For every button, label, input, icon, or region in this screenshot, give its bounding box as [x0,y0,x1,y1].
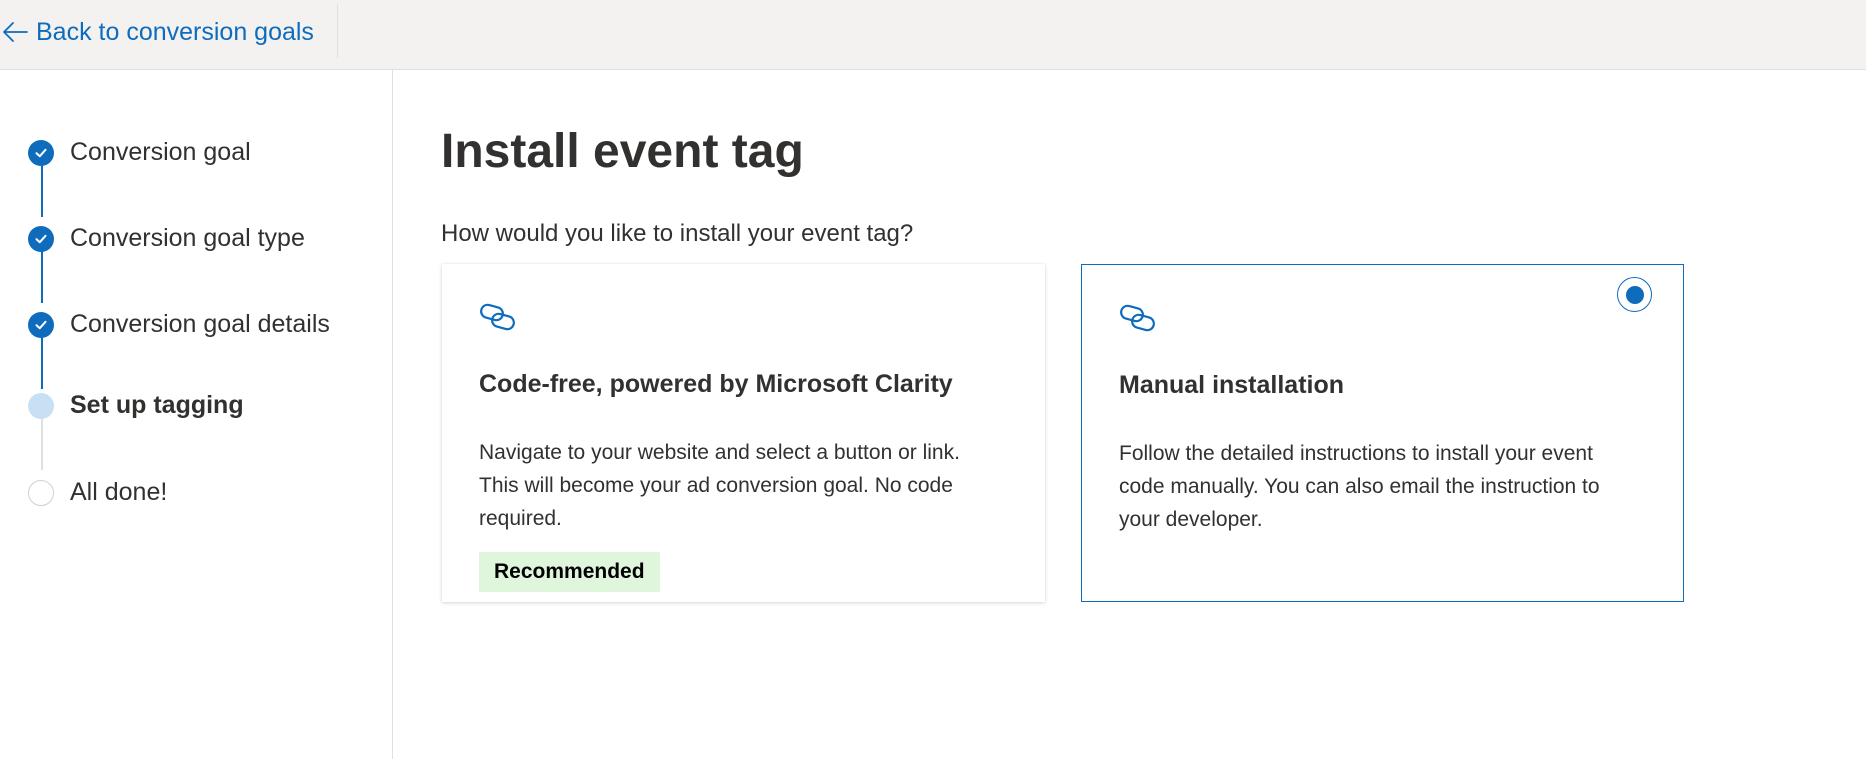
radio-selected-dot [1625,285,1644,304]
code-free-option-card[interactable]: Code-free, powered by Microsoft Clarity … [442,264,1045,602]
check-icon [28,311,54,338]
check-icon [28,225,54,252]
step-all-done: All done! [28,478,167,507]
step-conversion-goal: Conversion goal [28,138,251,167]
page-title: Install event tag [441,125,804,178]
option-title: Manual installation [1119,371,1345,399]
manual-installation-option-card[interactable]: Manual installation Follow the detailed … [1081,264,1684,602]
step-label: Conversion goal details [70,310,330,338]
pending-step-indicator [28,479,54,506]
install-method-question: How would you like to install your event… [441,220,914,247]
step-label: Set up tagging [70,391,244,419]
step-connector [41,337,43,389]
step-label: Conversion goal [70,138,251,166]
option-description: Navigate to your website and select a bu… [479,441,960,530]
top-bar: Back to conversion goals [0,0,1866,70]
current-step-indicator [28,392,54,419]
step-connector [41,418,43,470]
recommended-badge: Recommended [479,552,660,592]
topbar-divider [337,4,338,58]
step-connector [41,165,43,217]
step-conversion-goal-details: Conversion goal details [28,310,330,339]
link-icon [1118,303,1158,338]
back-link-label: Back to conversion goals [36,17,314,46]
option-description: Follow the detailed instructions to inst… [1119,442,1600,531]
step-connector [41,251,43,303]
option-title: Code-free, powered by Microsoft Clarity [479,370,953,398]
arrow-left-icon [3,22,28,42]
step-label: Conversion goal type [70,224,305,252]
check-icon [28,139,54,166]
step-set-up-tagging: Set up tagging [28,391,244,420]
link-icon [478,302,518,337]
step-label: All done! [70,478,168,506]
back-to-conversion-goals-link[interactable]: Back to conversion goals [0,14,314,50]
sidebar-divider [392,70,393,759]
manual-installation-radio[interactable] [1617,277,1652,312]
step-conversion-goal-type: Conversion goal type [28,224,305,253]
